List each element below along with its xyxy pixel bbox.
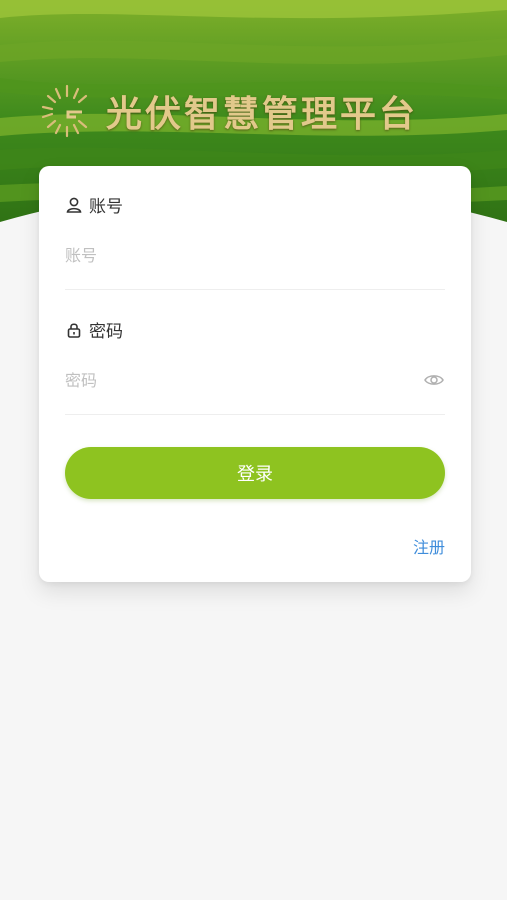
account-label-text: 账号 — [89, 197, 123, 217]
password-label: 密码 — [65, 317, 123, 342]
password-label-text: 密码 — [89, 322, 123, 342]
login-button[interactable]: 登录 — [65, 447, 445, 499]
app-title: 光伏智慧管理平台 — [106, 94, 419, 135]
password-input[interactable] — [65, 365, 415, 395]
user-icon — [65, 196, 83, 214]
account-input[interactable] — [65, 240, 445, 270]
sunburst-g-logo-icon — [41, 84, 88, 138]
account-divider — [65, 289, 445, 290]
password-divider — [65, 414, 445, 415]
register-link[interactable]: 注册 — [413, 534, 445, 558]
lock-icon — [65, 321, 83, 339]
brand: 光伏智慧管理平台 — [38, 82, 418, 140]
login-card: 账号 密码 登录 注册 — [39, 166, 471, 582]
account-label: 账号 — [65, 192, 123, 217]
eye-icon[interactable] — [423, 369, 445, 391]
